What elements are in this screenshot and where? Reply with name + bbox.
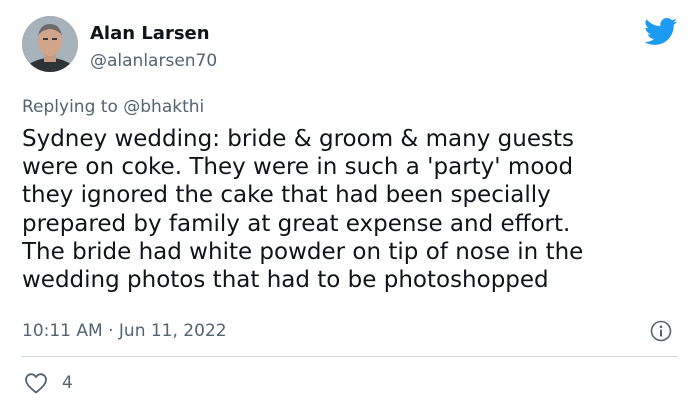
avatar[interactable]	[22, 16, 78, 72]
tweet-line: The bride had white powder on tip of nos…	[22, 238, 584, 265]
like-count: 4	[62, 373, 73, 393]
avatar-image	[22, 16, 78, 72]
tweet-text: Sydney wedding: bride & groom & many gue…	[22, 125, 692, 294]
reply-context: Replying to @bhakthi	[22, 96, 204, 118]
info-icon[interactable]	[650, 320, 672, 342]
divider	[22, 356, 678, 357]
tweet-line: were on coke. They were in such a 'party…	[22, 154, 574, 181]
twitter-bird-icon[interactable]	[644, 18, 678, 46]
tweet-line: wedding photos that had to be photoshopp…	[22, 267, 549, 294]
reply-handle-link[interactable]: @bhakthi	[123, 97, 204, 117]
heart-icon[interactable]	[24, 372, 48, 394]
tweet-line: they ignored the cake that had been spec…	[22, 182, 551, 209]
tweet-line: prepared by family at great expense and …	[22, 210, 571, 237]
reply-prefix: Replying to	[22, 97, 124, 117]
tweet-line: Sydney wedding: bride & groom & many gue…	[22, 126, 574, 152]
author-handle[interactable]: @alanlarsen70	[90, 50, 217, 72]
tweet-timestamp[interactable]: 10:11 AM · Jun 11, 2022	[22, 320, 227, 342]
author-name[interactable]: Alan Larsen	[90, 22, 210, 46]
